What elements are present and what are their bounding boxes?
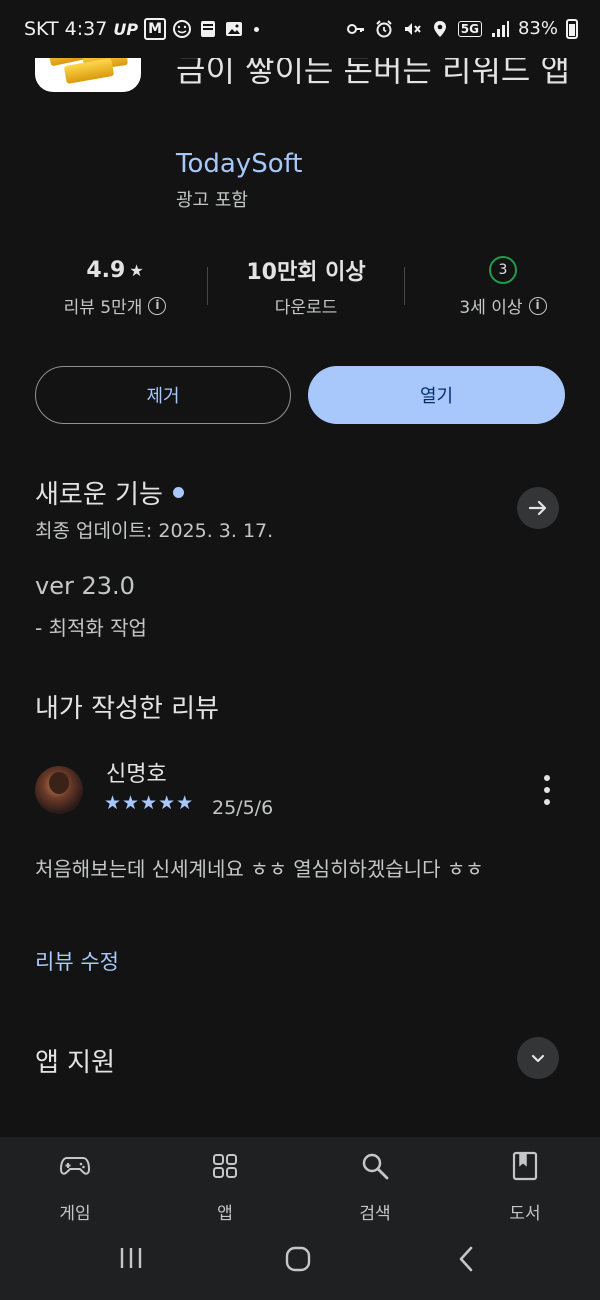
whats-new-title: 새로운 기능: [35, 480, 163, 510]
nav-label-search: 검색: [359, 1204, 391, 1224]
downloads-value: 10만회 이상: [246, 260, 366, 285]
book-icon: [512, 1151, 538, 1181]
contains-ads-label: 광고 포함: [176, 190, 248, 211]
chevron-down-icon: [531, 1054, 545, 1063]
edit-review-link[interactable]: 리뷰 수정: [35, 946, 119, 976]
back-icon[interactable]: [455, 1245, 477, 1273]
reviews-count-label: 리뷰 5만개: [63, 298, 143, 318]
battery-percent: 83%: [517, 18, 558, 39]
notification-app-icon: [201, 21, 216, 37]
m-badge-icon: M: [144, 18, 167, 40]
rating-value: 4.9: [86, 257, 126, 283]
search-icon: [362, 1153, 389, 1180]
image-icon: [226, 22, 243, 36]
open-button[interactable]: 열기: [308, 366, 565, 424]
key-icon: [346, 23, 364, 34]
review-text: 처음해보는데 신세계네요 ㅎㅎ 열심히하겠습니다 ㅎㅎ: [35, 857, 484, 881]
more-options-icon[interactable]: [537, 775, 557, 805]
bottom-navigation: 게임 앱 검색 도서: [0, 1137, 600, 1300]
stats-row: 4.9 ★ 리뷰 5만개 i 10만회 이상 다운로드 3 3세 이상 i: [0, 255, 600, 325]
version-text: ver 23.0: [35, 572, 135, 600]
status-bar: SKT 4:37 UP M 5G 83%: [0, 0, 600, 58]
my-review-header: 내가 작성한 리뷰: [35, 688, 219, 725]
divider: [404, 267, 405, 305]
info-icon[interactable]: i: [148, 296, 167, 315]
star-icon: ★: [129, 260, 144, 280]
nav-label-apps: 앱: [217, 1204, 233, 1224]
nav-item-apps[interactable]: 앱: [175, 1149, 275, 1224]
mute-icon: [404, 22, 421, 35]
review-date: 25/5/6: [212, 797, 274, 819]
signal-icon: [491, 20, 509, 37]
home-icon[interactable]: [284, 1245, 312, 1273]
remove-button[interactable]: 제거: [35, 366, 291, 424]
apps-grid-icon: [213, 1154, 237, 1178]
release-note-text: - 최적화 작업: [35, 616, 147, 640]
avatar: [35, 766, 83, 814]
review-stars-icon: ★★★★★: [104, 792, 195, 814]
info-icon[interactable]: i: [528, 296, 547, 315]
developer-link[interactable]: TodaySoft: [176, 149, 303, 179]
nav-label-books: 도서: [509, 1204, 541, 1224]
downloads-stat: 10만회 이상 다운로드: [211, 255, 401, 318]
gamepad-icon: [60, 1157, 90, 1175]
alarm-icon: [376, 19, 392, 37]
divider: [207, 267, 208, 305]
app-support-header[interactable]: 앱 지원: [35, 1042, 115, 1079]
age-rating-badge-icon: 3: [489, 256, 517, 284]
new-indicator-dot: [172, 487, 184, 498]
whats-new-header[interactable]: 새로운 기능: [35, 474, 184, 511]
nav-item-books[interactable]: 도서: [475, 1149, 575, 1224]
last-updated-text: 최종 업데이트: 2025. 3. 17.: [35, 520, 274, 542]
battery-icon: [566, 18, 578, 39]
whats-new-arrow-button[interactable]: [517, 487, 559, 529]
app-support-expand-button[interactable]: [517, 1037, 559, 1079]
downloads-label: 다운로드: [274, 298, 338, 318]
age-rating-stat[interactable]: 3 3세 이상 i: [408, 255, 598, 318]
location-icon: [433, 20, 446, 37]
nav-item-search[interactable]: 검색: [325, 1149, 425, 1224]
face-icon: [173, 20, 192, 38]
up-badge: UP: [113, 19, 139, 39]
clock: 4:37: [64, 18, 108, 40]
nav-label-games: 게임: [59, 1204, 91, 1224]
network-type-icon: 5G: [457, 20, 482, 37]
app-support-title: 앱 지원: [35, 1048, 116, 1078]
arrow-right-icon: [528, 500, 547, 516]
rating-stat[interactable]: 4.9 ★ 리뷰 5만개 i: [20, 255, 210, 318]
nav-item-games[interactable]: 게임: [25, 1149, 125, 1224]
my-review-title: 내가 작성한 리뷰: [35, 694, 219, 724]
carrier-label: SKT: [24, 18, 59, 40]
recent-apps-icon[interactable]: [117, 1245, 145, 1271]
reviewer-name: 신명호: [106, 762, 167, 787]
age-rating-label: 3세 이상: [459, 298, 523, 318]
more-notifications-dot: [254, 26, 260, 32]
